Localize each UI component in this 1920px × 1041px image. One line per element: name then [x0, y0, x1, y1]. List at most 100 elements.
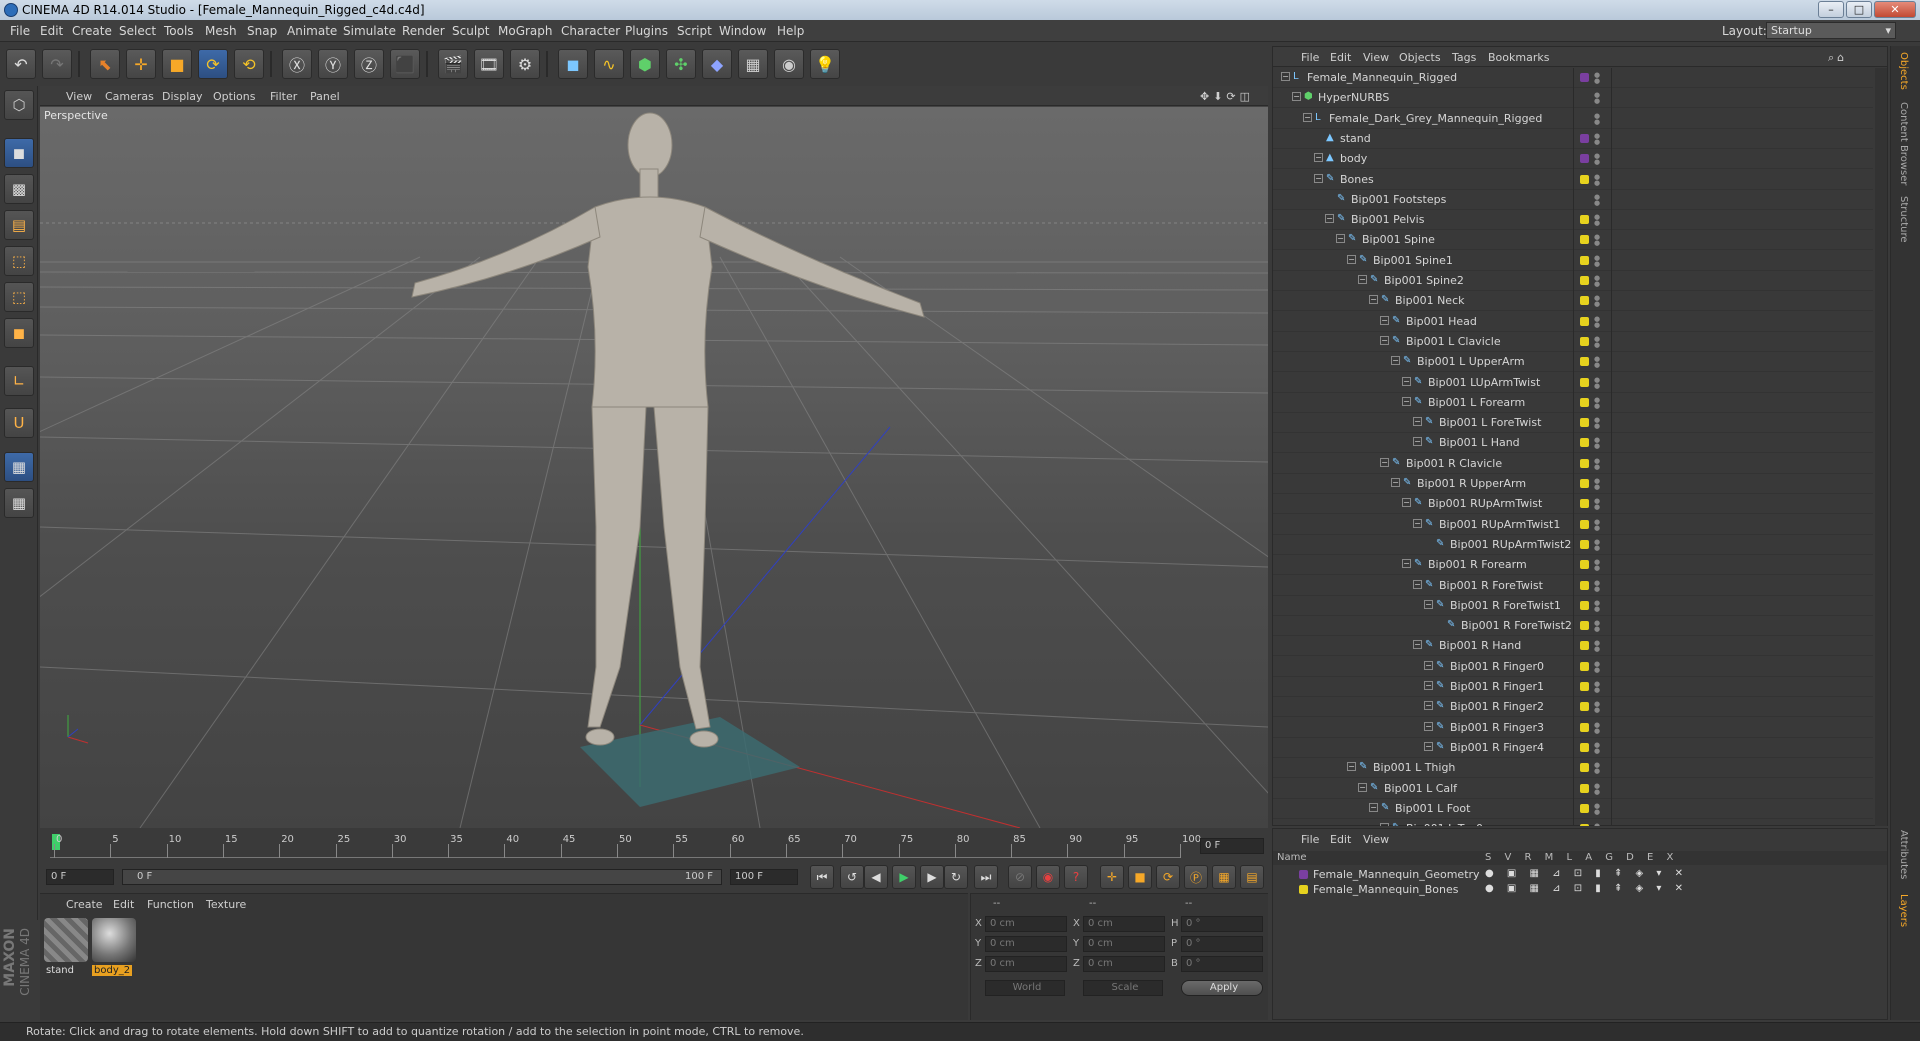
objects-menu-bookmarks[interactable]: Bookmarks — [1488, 51, 1549, 64]
redo-button[interactable]: ↷ — [42, 49, 72, 79]
expand-toggle-icon[interactable]: − — [1358, 275, 1367, 284]
menu-script[interactable]: Script — [677, 24, 712, 38]
expand-toggle-icon[interactable]: − — [1402, 396, 1411, 406]
menu-render[interactable]: Render — [402, 24, 445, 38]
visibility-dots-icon[interactable]: ● ● — [1594, 782, 1600, 795]
layer-color-tag[interactable] — [1580, 580, 1589, 590]
expand-toggle-icon[interactable]: − — [1369, 295, 1378, 305]
layers-menu-file[interactable]: File — [1301, 833, 1319, 846]
visibility-dots-icon[interactable]: ● ● — [1594, 681, 1600, 694]
position-x-field[interactable]: 0 cm — [985, 916, 1067, 932]
layers-menu-edit[interactable]: Edit — [1330, 833, 1351, 846]
axis-mode-icon[interactable]: ∟ — [4, 366, 34, 396]
tab-layers[interactable]: Layers — [1898, 894, 1909, 927]
expand-toggle-icon[interactable]: − — [1424, 701, 1433, 711]
visibility-dots-icon[interactable]: ● ● — [1594, 214, 1600, 227]
visibility-dots-icon[interactable]: ● ● — [1594, 478, 1600, 491]
size-y-field[interactable]: 0 cm — [1083, 936, 1165, 952]
visibility-dots-icon[interactable]: ● ● — [1594, 457, 1600, 470]
visibility-dots-icon[interactable]: ● ● — [1594, 721, 1600, 734]
visibility-dots-icon[interactable]: ● ● — [1594, 112, 1600, 125]
position-y-field[interactable]: 0 cm — [985, 936, 1067, 952]
camera-button[interactable]: ◉ — [774, 49, 804, 79]
start-frame-field[interactable]: 0 F — [46, 869, 114, 885]
menu-snap[interactable]: Snap — [247, 24, 277, 38]
expand-toggle-icon[interactable]: − — [1347, 762, 1356, 772]
expand-toggle-icon[interactable]: − — [1292, 92, 1301, 102]
magnet-icon[interactable]: U — [4, 408, 34, 438]
visibility-dots-icon[interactable]: ● ● — [1594, 640, 1600, 653]
coordinate-system-button[interactable]: ⬛ — [390, 49, 420, 79]
viewport-menu-options[interactable]: Options — [213, 90, 255, 103]
expand-toggle-icon[interactable]: − — [1413, 640, 1422, 650]
expand-toggle-icon[interactable]: − — [1413, 417, 1422, 427]
menu-mograph[interactable]: MoGraph — [498, 24, 553, 38]
cube-primitive-button[interactable]: ◼ — [558, 49, 588, 79]
visibility-dots-icon[interactable]: ● ● — [1594, 356, 1600, 369]
visibility-dots-icon[interactable]: ● ● — [1594, 153, 1600, 166]
layer-row[interactable]: Female_Mannequin_Geometry ● ▣ ▦ ⊿ ⊡ ▮ ⇞ … — [1273, 867, 1887, 882]
previous-key-button[interactable]: ↺ — [840, 865, 864, 889]
layer-color-tag[interactable] — [1580, 73, 1589, 82]
layer-color-tag[interactable] — [1580, 438, 1589, 448]
visibility-dots-icon[interactable]: ● ● — [1594, 376, 1600, 389]
layer-color-tag[interactable] — [1580, 803, 1589, 813]
expand-toggle-icon[interactable]: − — [1347, 254, 1356, 264]
material-menu-function[interactable]: Function — [147, 898, 194, 911]
visibility-dots-icon[interactable]: ● ● — [1594, 579, 1600, 592]
layer-color-tag[interactable] — [1580, 154, 1589, 164]
visibility-dots-icon[interactable]: ● ● — [1594, 498, 1600, 511]
menu-file[interactable]: File — [10, 24, 30, 38]
coordinate-mode-select[interactable]: World — [985, 980, 1065, 996]
timeline-window-button[interactable]: ▤ — [1240, 865, 1264, 889]
record-keys-button[interactable]: ⊘ — [1008, 865, 1032, 889]
layer-color-tag[interactable] — [1580, 418, 1589, 428]
layer-color-tag[interactable] — [1580, 783, 1589, 793]
make-editable-icon[interactable]: ⬡ — [4, 90, 34, 120]
objects-menu-view[interactable]: View — [1363, 51, 1389, 64]
undo-button[interactable]: ↶ — [6, 49, 36, 79]
visibility-dots-icon[interactable]: ● ● — [1594, 823, 1600, 826]
key-position-button[interactable]: ✛ — [1100, 865, 1124, 889]
layer-color-tag[interactable] — [1580, 316, 1589, 326]
minimize-button[interactable]: – — [1818, 1, 1844, 18]
material-body2-swatch[interactable] — [92, 918, 136, 962]
layout-select[interactable]: Startup ▾ — [1766, 22, 1896, 39]
menu-window[interactable]: Window — [719, 24, 766, 38]
rotation-b-field[interactable]: 0 ° — [1181, 956, 1263, 972]
spline-pen-button[interactable]: ∿ — [594, 49, 624, 79]
workplane-mode-icon[interactable]: ▤ — [4, 210, 34, 240]
position-z-field[interactable]: 0 cm — [985, 956, 1067, 972]
visibility-dots-icon[interactable]: ● ● — [1594, 559, 1600, 572]
visibility-dots-icon[interactable]: ● ● — [1594, 660, 1600, 673]
render-settings-button[interactable]: ⚙ — [510, 49, 540, 79]
points-mode-icon[interactable]: ⬚ — [4, 246, 34, 276]
expand-toggle-icon[interactable]: − — [1391, 356, 1400, 366]
deformer-button[interactable]: ◆ — [702, 49, 732, 79]
expand-toggle-icon[interactable]: − — [1424, 660, 1433, 670]
expand-toggle-icon[interactable]: − — [1380, 315, 1389, 325]
layer-color-tag[interactable] — [1580, 174, 1589, 184]
go-to-end-button[interactable]: ⏭ — [974, 865, 998, 889]
play-button[interactable]: ▶ — [892, 865, 916, 889]
object-scrollbar[interactable] — [1875, 68, 1887, 826]
layer-color-tag[interactable] — [1580, 499, 1589, 509]
array-button[interactable]: ✣ — [666, 49, 696, 79]
layer-color-tag[interactable] — [1580, 763, 1589, 773]
layer-color-tag[interactable] — [1580, 377, 1589, 387]
autokey-button[interactable]: ◉ — [1036, 865, 1060, 889]
model-mode-icon[interactable]: ◼ — [4, 138, 34, 168]
layer-color-tag[interactable] — [1580, 479, 1589, 488]
menu-create[interactable]: Create — [72, 24, 112, 38]
objects-menu-objects[interactable]: Objects — [1399, 51, 1441, 64]
apply-button[interactable]: Apply — [1181, 980, 1263, 996]
objects-menu-file[interactable]: File — [1301, 51, 1319, 64]
expand-toggle-icon[interactable]: − — [1402, 376, 1411, 386]
menu-help[interactable]: Help — [777, 24, 804, 38]
layer-color-tag[interactable] — [1580, 641, 1589, 651]
expand-toggle-icon[interactable]: − — [1369, 802, 1378, 812]
search-icon[interactable]: ⌕⌂ — [1828, 51, 1847, 65]
menu-edit[interactable]: Edit — [40, 24, 63, 38]
expand-toggle-icon[interactable]: − — [1424, 721, 1433, 731]
visibility-dots-icon[interactable]: ● ● — [1594, 437, 1600, 450]
